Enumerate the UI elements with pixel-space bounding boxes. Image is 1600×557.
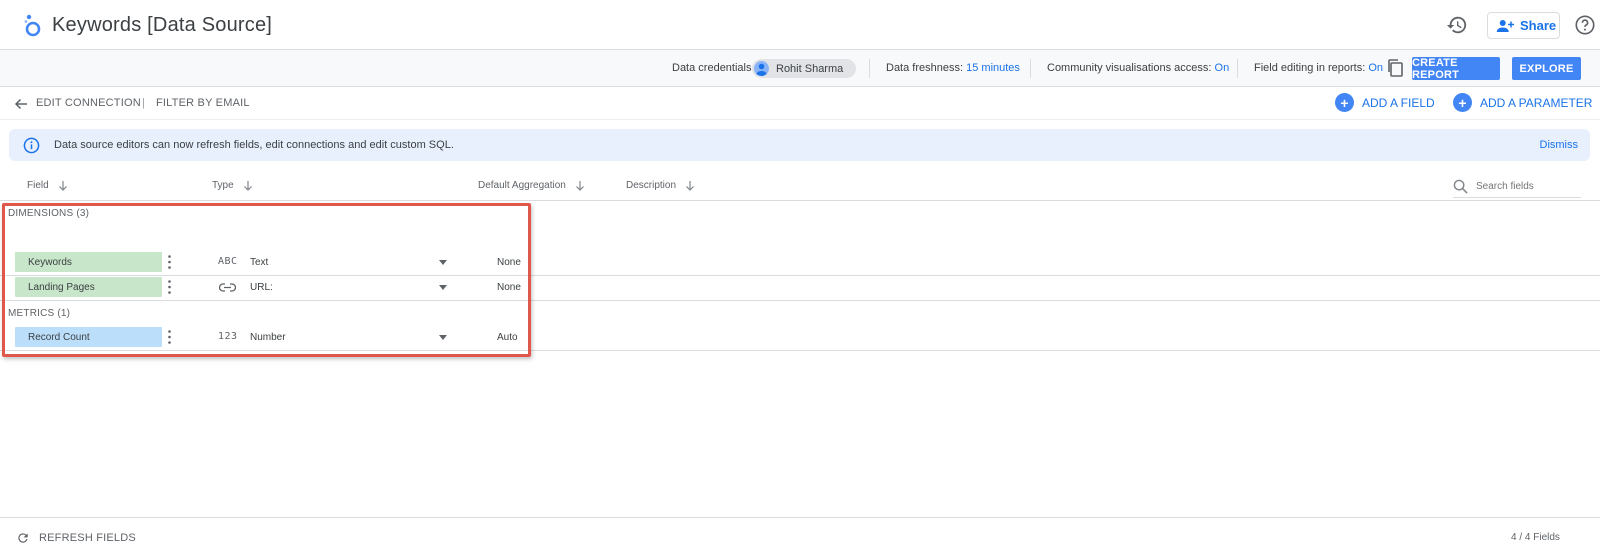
field-table-header: Field Type Default Aggregation Descripti… [0, 172, 1600, 201]
credentials-label: Data credentials: [672, 62, 755, 74]
field-editing-label: Field editing in reports: On [1254, 62, 1384, 74]
column-header-field-label: Field [27, 180, 49, 191]
share-button[interactable]: Share [1487, 12, 1560, 39]
more-vert-icon[interactable] [168, 280, 171, 294]
dropdown-arrow-icon[interactable] [439, 260, 447, 265]
editor-toolbar: EDIT CONNECTION | FILTER BY EMAIL + ADD … [0, 87, 1600, 120]
column-header-aggregation[interactable]: Default Aggregation [478, 180, 585, 191]
table-row: Landing Pages URL: None [0, 275, 1600, 300]
column-header-aggregation-label: Default Aggregation [478, 180, 566, 191]
field-chip-keywords[interactable]: Keywords [15, 252, 162, 272]
more-vert-icon[interactable] [168, 330, 171, 344]
field-type-select[interactable]: URL: [250, 282, 273, 293]
info-banner: Data source editors can now refresh fiel… [9, 129, 1590, 161]
plus-icon: + [1453, 93, 1472, 112]
add-field-label: ADD A FIELD [1362, 95, 1435, 110]
sort-arrow-down-icon [58, 181, 67, 191]
explore-button[interactable]: EXPLORE [1512, 57, 1581, 80]
column-header-description-label: Description [626, 180, 677, 191]
link-icon [219, 283, 236, 292]
freshness-label: Data freshness: 15 minutes [886, 62, 1020, 74]
column-header-field[interactable]: Field [27, 180, 68, 191]
freshness-value-link[interactable]: 15 minutes [966, 62, 1020, 74]
default-aggregation[interactable]: None [497, 282, 521, 293]
toolbar-separator: | [142, 97, 146, 109]
metrics-section-label: METRICS (1) [8, 308, 71, 319]
add-field-button[interactable]: + ADD A FIELD [1335, 93, 1435, 112]
field-editing-toggle[interactable]: On [1368, 62, 1383, 74]
community-visualisations-toggle[interactable]: On [1215, 62, 1230, 74]
refresh-fields-label: REFRESH FIELDS [39, 532, 136, 544]
field-count: 4 / 4 Fields [1511, 532, 1560, 543]
column-header-type-label: Type [212, 180, 234, 191]
divider [1237, 59, 1238, 78]
column-header-description[interactable]: Description [626, 180, 695, 191]
add-parameter-button[interactable]: + ADD A PARAMETER [1453, 93, 1592, 112]
credentials-user-chip[interactable]: Rohit Sharma [752, 59, 857, 78]
number-type-icon: 123 [218, 331, 238, 342]
search-icon [1453, 179, 1468, 194]
dropdown-arrow-icon[interactable] [439, 335, 447, 340]
sort-arrow-down-icon [686, 181, 694, 191]
page-title: Keywords [Data Source] [52, 14, 273, 36]
refresh-fields-button[interactable]: REFRESH FIELDS [16, 531, 136, 545]
sort-arrow-down-icon [575, 181, 584, 191]
refresh-icon [18, 533, 28, 543]
banner-text: Data source editors can now refresh fiel… [54, 139, 454, 151]
add-parameter-label: ADD A PARAMETER [1480, 95, 1593, 110]
table-row: Keywords ABC Text None [0, 250, 1600, 275]
share-label: Share [1520, 18, 1557, 33]
help-icon[interactable] [1574, 14, 1596, 36]
divider [1030, 59, 1031, 78]
filter-by-email-link[interactable]: FILTER BY EMAIL [156, 97, 250, 109]
footer-bar: REFRESH FIELDS 4 / 4 Fields [0, 517, 1600, 557]
copy-icon[interactable] [1386, 58, 1404, 78]
person-icon [756, 63, 767, 76]
plus-icon: + [1335, 93, 1354, 112]
search-fields-input[interactable] [1476, 181, 1576, 192]
field-type-select[interactable]: Number [250, 332, 286, 343]
text-type-icon: ABC [218, 256, 238, 267]
column-header-type[interactable]: Type [212, 180, 253, 191]
divider [869, 59, 870, 78]
field-type-select[interactable]: Text [250, 257, 268, 268]
section-divider [0, 300, 1600, 301]
default-aggregation[interactable]: Auto [497, 332, 518, 343]
field-chip-landing-pages[interactable]: Landing Pages [15, 277, 162, 297]
dropdown-arrow-icon[interactable] [439, 285, 447, 290]
looker-studio-logo-icon[interactable] [22, 12, 44, 38]
row-divider [0, 350, 1600, 351]
back-arrow-icon[interactable] [14, 97, 28, 111]
info-icon [23, 137, 40, 154]
dismiss-button[interactable]: Dismiss [1540, 139, 1579, 151]
community-visualisations-label: Community visualisations access: On [1047, 62, 1230, 74]
person-add-icon [1496, 19, 1514, 32]
app-header: Keywords [Data Source] Share [0, 0, 1600, 50]
edit-connection-link[interactable]: EDIT CONNECTION [36, 97, 141, 109]
table-row: Record Count 123 Number Auto [0, 325, 1600, 350]
more-vert-icon[interactable] [168, 255, 171, 269]
create-report-button[interactable]: CREATE REPORT [1412, 57, 1500, 81]
data-source-info-bar: Data credentials: Rohit Sharma Data fres… [0, 50, 1600, 87]
field-chip-record-count[interactable]: Record Count [15, 327, 162, 347]
sort-arrow-down-icon [243, 181, 252, 191]
credentials-user: Rohit Sharma [776, 62, 844, 75]
dimensions-section-label: DIMENSIONS (3) [8, 208, 90, 219]
search-fields [1453, 176, 1581, 198]
default-aggregation[interactable]: None [497, 257, 521, 268]
history-icon[interactable] [1446, 14, 1468, 36]
avatar [754, 61, 769, 76]
